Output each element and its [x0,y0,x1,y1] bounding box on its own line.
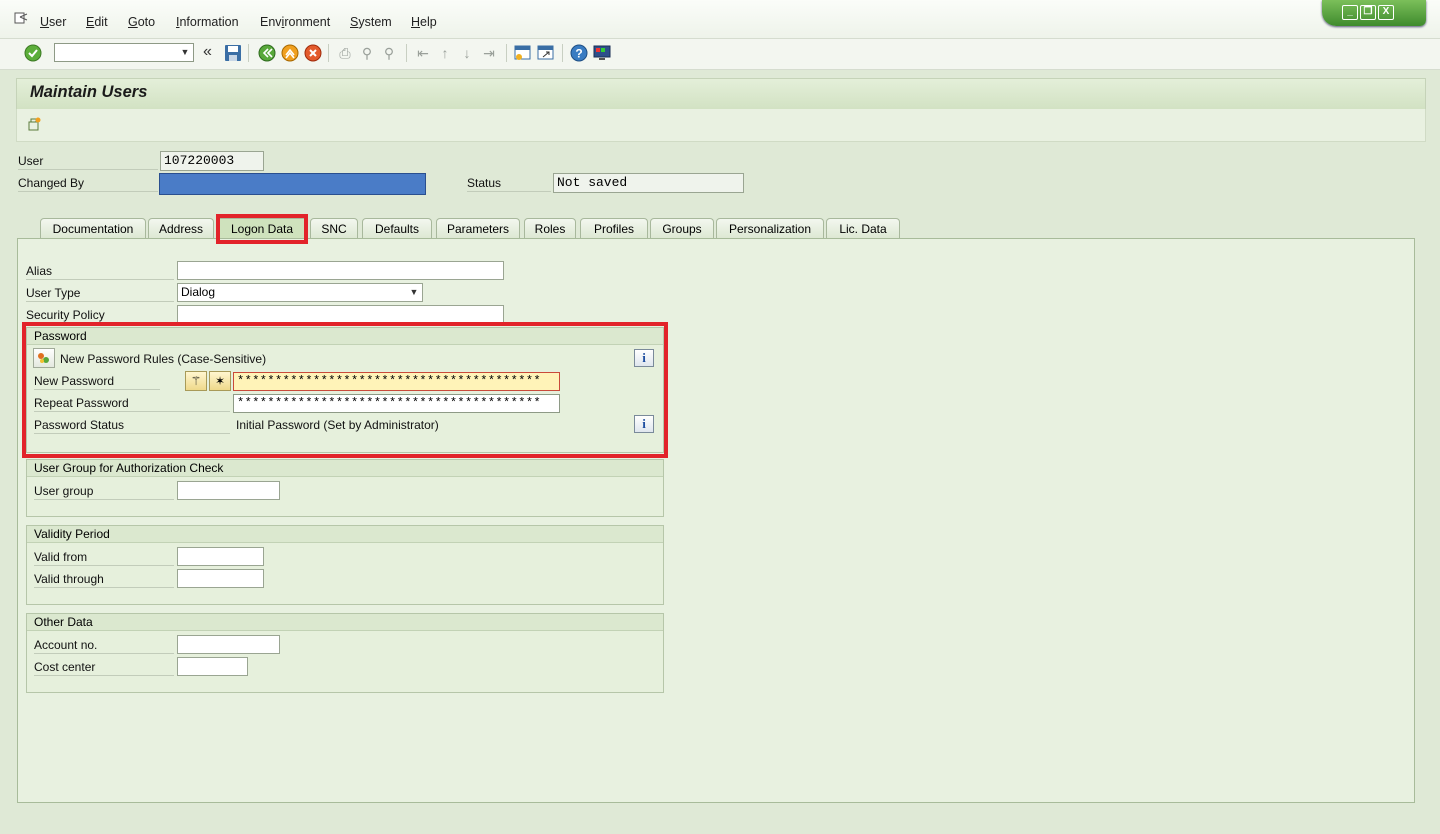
menu-goto[interactable]: Goto [128,15,155,29]
account-no-label: Account no. [34,637,174,654]
status-label: Status [467,175,551,192]
tab-parameters[interactable]: Parameters [436,218,520,238]
system-menu-icon[interactable] [14,12,28,24]
toolbar-separator [328,44,329,62]
user-label: User [18,153,158,170]
tab-profiles[interactable]: Profiles [580,218,648,238]
standard-toolbar [0,39,1440,70]
cost-center-input[interactable] [177,657,248,676]
window-controls: _ ❐ X [1322,0,1426,26]
back-nav-icon[interactable]: « [203,43,212,61]
tab-address[interactable]: Address [148,218,214,238]
next-page-icon[interactable]: ↓ [458,44,476,62]
prev-page-icon[interactable]: ↑ [436,44,454,62]
tab-documentation[interactable]: Documentation [40,218,146,238]
command-dropdown-icon[interactable]: ▼ [177,44,193,61]
tab-personalization[interactable]: Personalization [716,218,824,238]
menu-system[interactable]: System [350,15,392,29]
change-document-icon[interactable] [26,116,42,132]
validity-period-heading: Validity Period [27,526,663,543]
menu-edit[interactable]: Edit [86,15,108,29]
toolbar-separator [406,44,407,62]
user-group-label: User group [34,483,174,500]
svg-text:?: ? [575,47,582,61]
password-group-highlight [22,322,668,458]
user-type-label: User Type [26,285,174,302]
tab-roles[interactable]: Roles [524,218,576,238]
help-icon[interactable]: ? [570,44,588,62]
minimize-icon[interactable]: _ [1342,5,1358,20]
user-group-input[interactable] [177,481,280,500]
toolbar-separator [562,44,563,62]
customize-layout-icon[interactable] [593,44,611,62]
cancel-icon[interactable] [304,44,322,62]
page-title: Maintain Users [30,83,148,101]
account-no-input[interactable] [177,635,280,654]
changed-by-label: Changed By [18,175,158,192]
alias-input[interactable] [177,261,504,280]
menu-environment[interactable]: Environment [260,15,330,29]
application-toolbar [16,109,1426,142]
first-page-icon[interactable]: ⇤ [414,44,432,62]
user-group-heading: User Group for Authorization Check [27,460,663,477]
title-bar [16,78,1426,110]
back-icon[interactable] [258,44,276,62]
valid-through-label: Valid through [34,571,174,588]
menu-information[interactable]: Information [176,15,239,29]
logon-data-tab-highlight [216,214,308,244]
enter-icon[interactable] [24,44,42,62]
restore-icon[interactable]: ❐ [1360,5,1376,20]
status-field: Not saved [553,173,744,193]
alias-label: Alias [26,263,174,280]
chevron-down-icon[interactable]: ▼ [406,284,422,301]
changed-by-field [159,173,426,195]
valid-through-input[interactable] [177,569,264,588]
command-field[interactable] [54,43,194,62]
save-icon[interactable] [224,44,242,62]
toolbar-separator [506,44,507,62]
print-icon[interactable]: ⎙ [336,44,354,62]
last-page-icon[interactable]: ⇥ [480,44,498,62]
user-field: 107220003 [160,151,264,171]
menu-user[interactable]: User [40,15,66,29]
cost-center-label: Cost center [34,659,174,676]
shortcut-icon[interactable] [537,44,555,62]
toolbar-separator [248,44,249,62]
menu-help[interactable]: Help [411,15,437,29]
tab-defaults[interactable]: Defaults [362,218,432,238]
tab-lic-data[interactable]: Lic. Data [826,218,900,238]
close-icon[interactable]: X [1378,5,1394,20]
find-icon[interactable]: ⚲ [358,44,376,62]
create-session-icon[interactable] [514,44,532,62]
user-type-select[interactable]: Dialog [177,283,423,302]
valid-from-input[interactable] [177,547,264,566]
tab-snc[interactable]: SNC [310,218,358,238]
find-next-icon[interactable]: ⚲ [380,44,398,62]
exit-icon[interactable] [281,44,299,62]
valid-from-label: Valid from [34,549,174,566]
tab-groups[interactable]: Groups [650,218,714,238]
other-data-heading: Other Data [27,614,663,631]
